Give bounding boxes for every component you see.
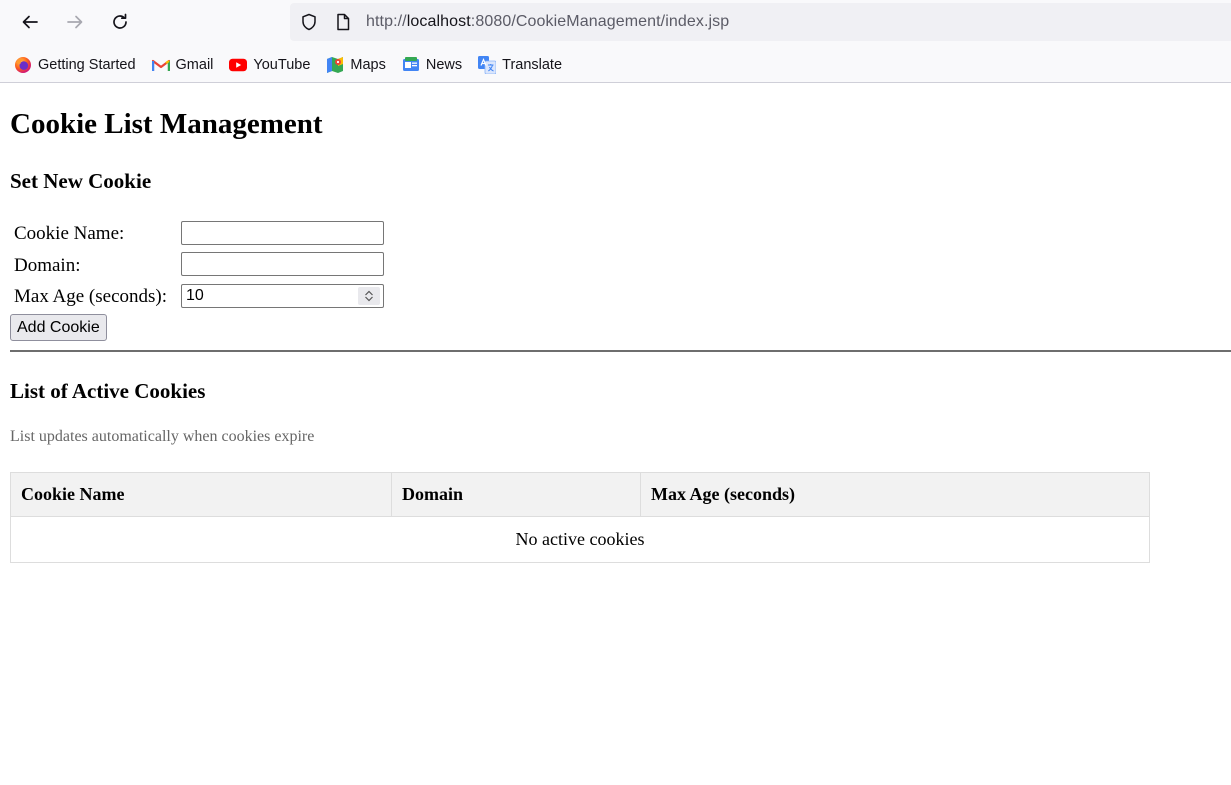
table-row: No active cookies (10, 516, 1150, 563)
url-text[interactable]: http://localhost:8080/CookieManagement/i… (366, 13, 729, 31)
table-header-row: Cookie Name Domain Max Age (seconds) (10, 472, 1150, 517)
bookmarks-bar: Getting Started Gmail YouTube Maps News (14, 53, 578, 77)
max-age-label: Max Age (seconds): (14, 286, 168, 307)
reload-icon (113, 13, 127, 29)
bookmark-gmail[interactable]: Gmail (151, 56, 214, 74)
column-header-domain: Domain (391, 472, 641, 517)
domain-input[interactable] (181, 252, 384, 276)
url-host: localhost (406, 13, 471, 30)
youtube-icon (229, 56, 248, 74)
url-bar[interactable]: http://localhost:8080/CookieManagement/i… (290, 3, 1231, 41)
cookie-name-label: Cookie Name: (14, 223, 125, 244)
translate-icon (478, 56, 497, 74)
bookmark-label: News (425, 57, 463, 73)
bookmark-getting-started[interactable]: Getting Started (14, 56, 136, 74)
bookmark-label: Maps (350, 57, 386, 73)
forward-button[interactable] (61, 8, 89, 36)
cookie-name-input[interactable] (181, 221, 384, 245)
bookmark-news[interactable]: News (402, 56, 462, 74)
chevron-down-icon (365, 296, 373, 302)
bookmark-label: YouTube (253, 57, 311, 73)
bookmark-label: Translate (502, 57, 563, 73)
maps-icon (326, 56, 344, 74)
section-divider (10, 350, 1231, 352)
page-icon[interactable] (333, 12, 353, 32)
url-scheme: http:// (366, 13, 407, 30)
bookmark-label: Gmail (175, 57, 214, 73)
cookies-table: Cookie Name Domain Max Age (seconds) No … (10, 472, 1150, 563)
back-button[interactable] (16, 8, 44, 36)
arrow-right-icon (67, 15, 83, 29)
page-title: Cookie List Management (10, 108, 323, 140)
set-cookie-heading: Set New Cookie (10, 169, 152, 193)
browser-toolbar: http://localhost:8080/CookieManagement/i… (0, 0, 1231, 83)
max-age-value: 10 (186, 287, 204, 304)
active-cookies-heading: List of Active Cookies (10, 379, 206, 403)
bookmark-maps[interactable]: Maps (326, 56, 386, 74)
bookmark-label: Getting Started (38, 57, 136, 73)
arrow-left-icon (22, 15, 38, 29)
auto-update-note: List updates automatically when cookies … (10, 428, 315, 445)
column-header-max-age: Max Age (seconds) (640, 472, 1150, 517)
news-icon (402, 56, 420, 74)
bookmark-translate[interactable]: Translate (478, 56, 562, 74)
empty-table-message: No active cookies (10, 516, 1150, 563)
domain-label: Domain: (14, 255, 81, 276)
reload-button[interactable] (106, 8, 134, 36)
firefox-icon (14, 56, 32, 74)
shield-icon[interactable] (299, 12, 319, 32)
column-header-cookie-name: Cookie Name (10, 472, 392, 517)
gmail-icon (151, 56, 170, 74)
bookmark-youtube[interactable]: YouTube (229, 56, 310, 74)
add-cookie-button[interactable]: Add Cookie (10, 314, 107, 341)
max-age-input[interactable]: 10 (181, 284, 384, 308)
url-path: :8080/CookieManagement/index.jsp (470, 13, 730, 30)
number-spinner[interactable] (358, 287, 380, 305)
